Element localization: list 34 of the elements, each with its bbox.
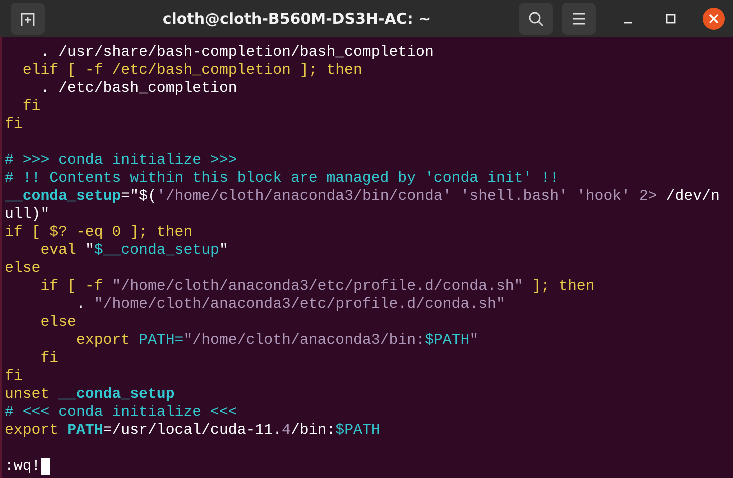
search-button[interactable] xyxy=(519,2,553,34)
menu-button[interactable] xyxy=(562,2,596,34)
close-icon xyxy=(709,14,719,24)
new-tab-button[interactable] xyxy=(11,2,45,34)
code-line: # !! Contents within this block are managed by 'conda init' !! xyxy=(5,170,560,188)
code-line: eval "$__conda_setup" xyxy=(40,242,230,260)
code-line: else xyxy=(40,314,78,332)
code-line: elif [ -f /etc/bash_completion ]; then xyxy=(22,62,364,80)
code-line: fi xyxy=(40,350,60,368)
code-line: fi xyxy=(5,116,24,134)
code-line: if [ $? -eq 0 ]; then xyxy=(5,224,194,242)
close-button[interactable] xyxy=(703,8,725,30)
code-line: # <<< conda initialize <<< xyxy=(5,404,238,422)
code-line: . /etc/bash_completion xyxy=(40,80,238,98)
code-line: export PATH="/home/cloth/anaconda3/bin:$PATH" xyxy=(75,332,480,350)
code-line: fi xyxy=(5,368,24,386)
code-line: unset __conda_setup xyxy=(5,386,176,404)
code-line: fi xyxy=(22,98,42,116)
code-line: __conda_setup="$('/home/cloth/anaconda3/bin/conda' 'shell.bash' 'hook' 2> /dev/n xyxy=(5,188,721,206)
code-line: . /usr/share/bash-completion/bash_completion xyxy=(40,44,435,62)
window-title: cloth@cloth-B560M-DS3H-AC: ~ xyxy=(162,10,432,28)
code-line: else xyxy=(5,260,42,278)
code-line: export PATH=/usr/local/cuda-11.4/bin:$PATH xyxy=(5,422,382,440)
code-line: # >>> conda initialize >>> xyxy=(5,152,238,170)
code-line: . "/home/cloth/anaconda3/etc/profile.d/conda.sh" xyxy=(75,296,506,314)
code-line: ull)" xyxy=(5,206,51,224)
command-line: :wq! xyxy=(5,459,41,475)
new-tab-icon xyxy=(20,10,36,26)
minimize-icon xyxy=(623,22,633,24)
menu-icon xyxy=(572,12,586,24)
code-line: if [ -f "/home/cloth/anaconda3/etc/profile.d/conda.sh" ]; then xyxy=(40,278,596,296)
search-icon xyxy=(528,10,544,26)
cursor xyxy=(40,458,50,475)
maximize-icon xyxy=(666,14,676,24)
